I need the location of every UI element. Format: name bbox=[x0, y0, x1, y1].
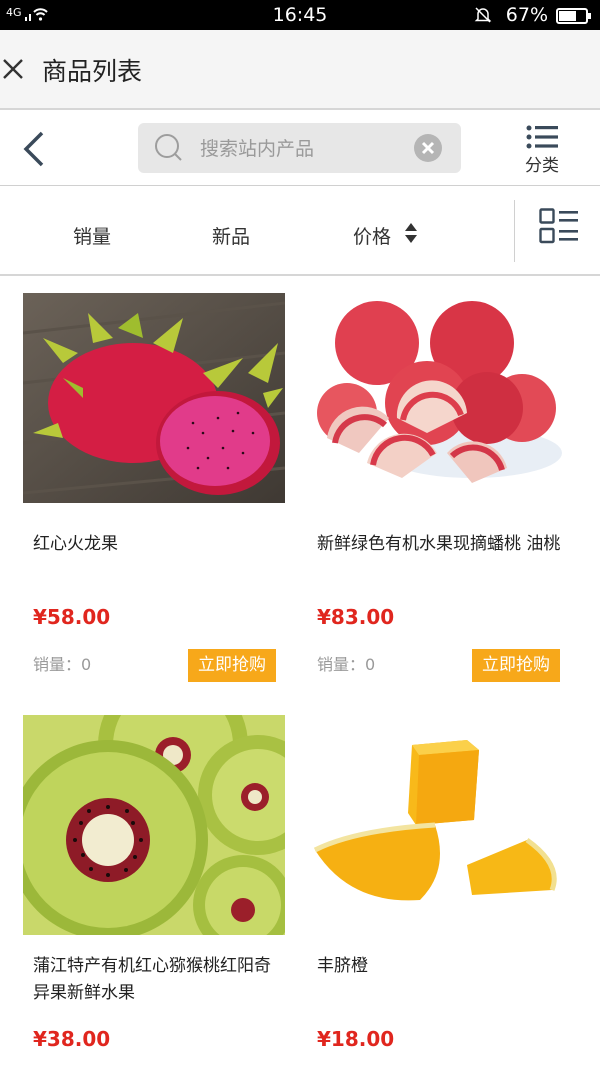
sort-bar: 销量 新品 价格 bbox=[0, 186, 600, 276]
product-name[interactable]: 丰脐橙 bbox=[317, 953, 562, 980]
product-price: ¥83.00 bbox=[317, 605, 395, 629]
search-input[interactable]: 搜索站内产品 bbox=[138, 123, 461, 173]
product-sales: 销量：0 bbox=[33, 651, 91, 675]
search-placeholder: 搜索站内产品 bbox=[200, 138, 315, 160]
layout-toggle-icon[interactable] bbox=[539, 208, 579, 244]
buy-now-button[interactable]: 立即抢购 bbox=[188, 649, 276, 682]
buy-now-button[interactable]: 立即抢购 bbox=[472, 649, 560, 682]
page-title: 商品列表 bbox=[42, 57, 143, 86]
product-sales: 销量：0 bbox=[317, 651, 375, 675]
product-name[interactable]: 新鲜绿色有机水果现摘蟠桃 油桃 bbox=[317, 531, 562, 558]
sales-count: 0 bbox=[81, 655, 92, 674]
product-price: ¥38.00 bbox=[33, 1027, 111, 1051]
sales-count: 0 bbox=[365, 655, 376, 674]
product-price: ¥58.00 bbox=[33, 605, 111, 629]
sort-price-tab[interactable]: 价格 bbox=[353, 222, 391, 249]
close-icon[interactable] bbox=[2, 58, 24, 80]
sort-new-tab[interactable]: 新品 bbox=[212, 222, 250, 249]
bell-muted-icon bbox=[474, 7, 492, 23]
product-image-dragon-fruit[interactable] bbox=[23, 293, 285, 503]
product-image-orange[interactable] bbox=[307, 715, 569, 935]
sales-label: 销量： bbox=[33, 655, 82, 674]
divider bbox=[514, 200, 515, 262]
product-price: ¥18.00 bbox=[317, 1027, 395, 1051]
back-icon[interactable] bbox=[20, 130, 50, 168]
sales-label: 销量： bbox=[317, 655, 366, 674]
product-card[interactable]: 红心火龙果 ¥58.00 销量：0 立即抢购 bbox=[23, 293, 285, 693]
product-name[interactable]: 红心火龙果 bbox=[33, 531, 278, 558]
status-bar: 4G 16:45 67% bbox=[0, 0, 600, 30]
battery-icon bbox=[556, 8, 591, 24]
product-image-kiwi[interactable] bbox=[23, 715, 285, 935]
search-bar: 搜索站内产品 分类 bbox=[0, 112, 600, 186]
title-bar: 商品列表 bbox=[0, 30, 600, 110]
category-button[interactable]: 分类 bbox=[515, 122, 569, 178]
clear-icon[interactable] bbox=[413, 133, 443, 163]
product-card[interactable]: 蒲江特产有机红心猕猴桃红阳奇异果新鲜水果 ¥38.00 bbox=[23, 715, 285, 1067]
product-image-peach[interactable] bbox=[307, 293, 569, 513]
product-card[interactable]: 新鲜绿色有机水果现摘蟠桃 油桃 ¥83.00 销量：0 立即抢购 bbox=[307, 293, 569, 693]
product-card[interactable]: 丰脐橙 ¥18.00 bbox=[307, 715, 569, 1067]
category-label: 分类 bbox=[525, 156, 559, 176]
product-name[interactable]: 蒲江特产有机红心猕猴桃红阳奇异果新鲜水果 bbox=[33, 953, 278, 1007]
battery-percent: 67% bbox=[505, 4, 548, 26]
search-icon bbox=[155, 134, 182, 161]
sort-arrows-icon[interactable] bbox=[404, 220, 418, 246]
sort-sales-tab[interactable]: 销量 bbox=[73, 222, 111, 249]
list-icon bbox=[526, 125, 558, 149]
